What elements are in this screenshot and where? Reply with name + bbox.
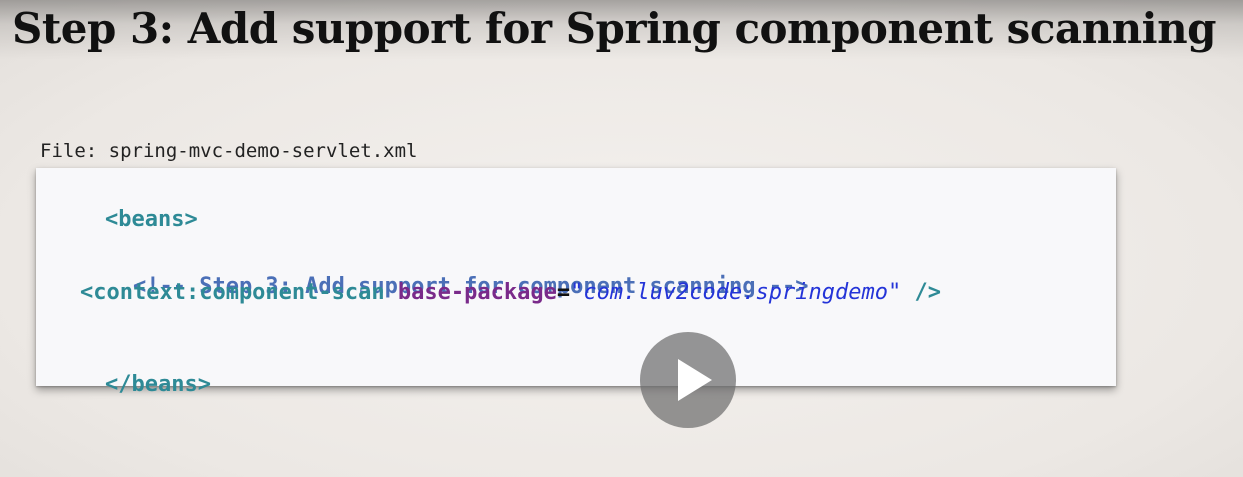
slide-title: Step 3: Add support for Spring component… xyxy=(12,4,1217,53)
base-package-attribute: base-package xyxy=(397,280,557,305)
beans-close-tag: </beans> xyxy=(104,372,211,397)
self-close-tag: /> xyxy=(901,280,941,305)
code-line-beans-close: </beans> xyxy=(52,343,211,427)
equals-sign: = xyxy=(556,280,571,305)
component-scan-tag: <context:component-scan xyxy=(80,280,385,305)
file-label: File: spring-mvc-demo-servlet.xml xyxy=(40,140,418,162)
beans-open-tag: <beans> xyxy=(104,207,198,232)
play-button[interactable] xyxy=(640,332,736,428)
code-block: <beans> <!-- Step 3: Add support for com… xyxy=(36,168,1116,397)
play-icon xyxy=(678,359,712,401)
base-package-value: "com.luv2code.springdemo" xyxy=(570,280,902,305)
code-line-component-scan: <context:component-scan base-package="co… xyxy=(80,279,941,307)
